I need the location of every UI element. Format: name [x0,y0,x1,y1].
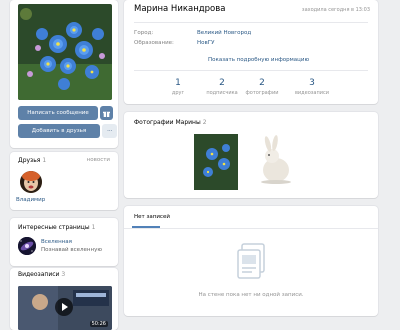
counter-value: 1 [175,78,181,88]
play-icon [62,303,68,311]
interests-title[interactable]: Интересные страницы 1 [18,224,95,231]
photos-block: Фотографии Марины 2 [124,112,378,198]
empty-wall-icon [234,242,270,282]
counter-value: 3 [309,78,315,88]
city-label: Город: [134,30,154,36]
divider [124,228,378,229]
education-label: Образование: [134,40,174,46]
page-title: Марина Никандрова [134,4,226,14]
profile-photo[interactable] [18,4,112,100]
counter-label: фотографии [245,90,279,96]
counter-label: видеозаписи [294,90,330,96]
video-duration: 50:26 [89,321,108,327]
show-details-link[interactable]: Показать подробную информацию [208,57,309,63]
avatar-card: Написать сообщение Добавить в друзья ··· [10,0,118,148]
videos-title[interactable]: Видеозаписи 3 [18,271,65,278]
gift-icon [103,111,110,117]
add-friend-button[interactable]: Добавить в друзья [18,124,100,138]
gift-button[interactable] [100,106,113,120]
counter-followers[interactable]: 2 подписчика [202,78,242,96]
counter-label: подписчика [206,90,238,96]
friends-title[interactable]: Друзья 1 [18,157,46,164]
page-avatar[interactable] [18,237,36,255]
more-actions-button[interactable]: ··· [102,124,117,138]
videos-count: 3 [61,271,66,278]
friend-avatar[interactable] [20,171,42,193]
friends-count: 1 [42,157,47,164]
video-thumbnail[interactable]: 50:26 [18,286,112,330]
wall-block: Нет записей На стене пока нет ни одной з… [124,206,378,316]
counter-value: 2 [219,78,225,88]
page-description: Познавай вселенную [41,247,102,253]
friends-news-link[interactable]: новости [87,157,110,163]
counter-label: друг [171,90,185,96]
photo-thumbnail[interactable] [194,134,238,190]
city-value[interactable]: Великий Новгород [197,30,251,36]
counter-friends[interactable]: 1 друг [158,78,198,96]
tab-no-posts[interactable]: Нет записей [134,214,170,220]
photos-count: 2 [202,119,207,126]
last-seen-status: заходила сегодня в 13:03 [301,7,370,13]
counter-photos[interactable]: 2 фотографии [242,78,282,96]
page-name[interactable]: Вселенная [41,239,72,245]
send-message-button[interactable]: Написать сообщение [18,106,98,120]
counter-value: 2 [259,78,265,88]
divider [134,22,368,23]
divider [134,70,368,71]
friends-block: Друзья 1 новости Владимир [10,152,118,210]
friend-name[interactable]: Владимир [16,197,45,203]
play-button[interactable] [55,298,73,316]
counter-videos[interactable]: 3 видеозаписи [292,78,332,96]
interests-block: Интересные страницы 1 Вселенная Познавай … [10,218,118,266]
photos-title[interactable]: Фотографии Марины 2 [134,119,207,126]
videos-block: Видеозаписи 3 50:26 [10,268,118,330]
interests-count: 1 [91,224,96,231]
profile-info-card: Марина Никандрова заходила сегодня в 13:… [124,0,378,104]
empty-wall-text: На стене пока нет ни одной записи. [198,292,304,298]
education-value[interactable]: НовГУ [197,40,214,46]
photo-thumbnail[interactable] [254,134,298,190]
